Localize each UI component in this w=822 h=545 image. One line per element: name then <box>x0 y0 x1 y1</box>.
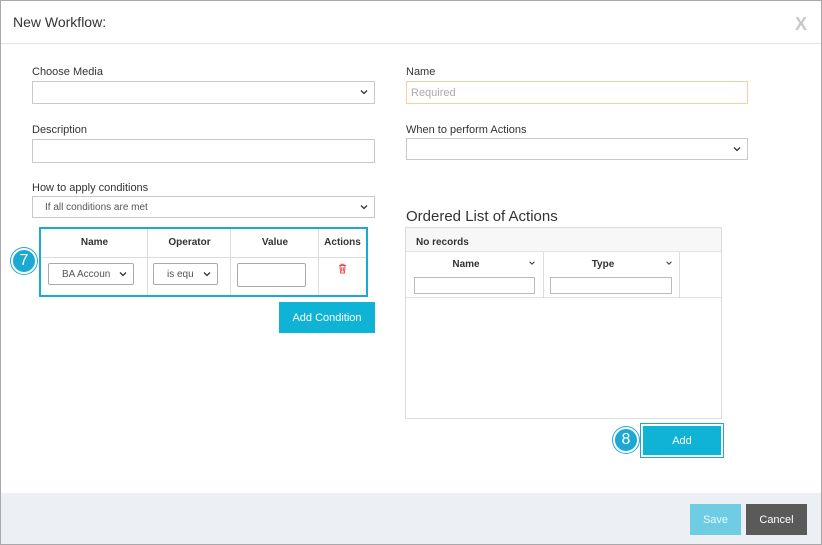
name-filter-input[interactable] <box>414 277 535 294</box>
type-filter-input[interactable] <box>550 277 672 294</box>
description-label: Description <box>32 124 88 136</box>
condition-name-select[interactable]: BA Accoun <box>48 263 134 285</box>
add-condition-button[interactable]: Add Condition <box>279 302 375 333</box>
close-icon[interactable]: X <box>795 14 807 35</box>
when-to-perform-label: When to perform Actions <box>406 124 527 136</box>
grid-column-name[interactable]: Name <box>406 259 526 270</box>
grid-header: Name Type <box>406 252 721 298</box>
how-to-apply-select[interactable]: If all conditions are met <box>32 196 375 218</box>
step-badge-7: 7 <box>11 248 37 274</box>
how-to-apply-label: How to apply conditions <box>32 182 149 194</box>
chevron-down-icon <box>733 147 741 152</box>
condition-name-value: BA Accoun <box>62 269 111 280</box>
column-header-name: Name <box>80 237 109 248</box>
column-header-operator: Operator <box>168 237 211 248</box>
step-badge-8: 8 <box>613 427 639 453</box>
add-action-button[interactable]: Add <box>641 424 723 457</box>
condition-operator-value: is equ <box>167 269 194 280</box>
cancel-button[interactable]: Cancel <box>746 504 807 535</box>
condition-value-input[interactable] <box>237 263 306 287</box>
choose-media-label: Choose Media <box>32 66 103 78</box>
no-records-text: No records <box>416 237 469 248</box>
how-to-apply-value: If all conditions are met <box>45 202 148 213</box>
when-to-perform-select[interactable] <box>406 138 748 160</box>
chevron-down-icon <box>360 90 368 95</box>
new-workflow-dialog: New Workflow: X Choose Media Name Requir… <box>0 0 822 545</box>
grid-column-type[interactable]: Type <box>543 259 663 270</box>
actions-grid: No records Name Type <box>405 227 722 419</box>
chevron-down-icon <box>203 272 211 277</box>
chevron-down-icon[interactable] <box>665 259 673 267</box>
actions-section-title: Ordered List of Actions <box>406 208 558 225</box>
dialog-footer: Save Cancel <box>1 493 821 544</box>
dialog-header: New Workflow: X <box>1 1 821 44</box>
chevron-down-icon <box>360 205 368 210</box>
save-button[interactable]: Save <box>690 504 741 535</box>
chevron-down-icon <box>119 272 127 277</box>
conditions-table: Name Operator Value Actions BA Accoun is… <box>39 227 368 297</box>
column-header-actions: Actions <box>324 237 361 248</box>
column-header-value: Value <box>261 237 289 248</box>
description-input[interactable] <box>32 139 375 163</box>
delete-icon[interactable] <box>337 263 348 274</box>
grid-toolbar: No records <box>406 228 721 252</box>
name-label: Name <box>406 66 436 78</box>
name-placeholder: Required <box>411 87 456 99</box>
chevron-down-icon[interactable] <box>528 259 536 267</box>
name-input[interactable]: Required <box>406 81 748 104</box>
condition-operator-select[interactable]: is equ <box>153 263 218 285</box>
choose-media-select[interactable] <box>32 81 375 104</box>
dialog-title: New Workflow: <box>13 14 107 30</box>
